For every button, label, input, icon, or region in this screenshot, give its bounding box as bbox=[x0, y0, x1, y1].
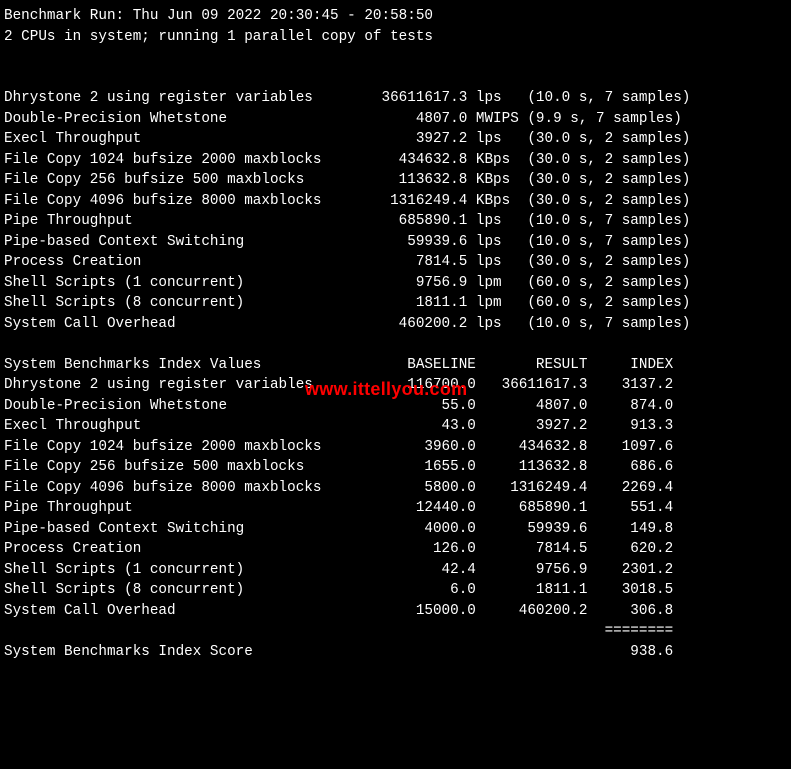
blank-line bbox=[4, 68, 787, 89]
blank-line bbox=[4, 662, 787, 683]
raw-test-row: Shell Scripts (1 concurrent) 9756.9 lpm … bbox=[4, 273, 787, 294]
raw-test-row: Pipe Throughput 685890.1 lps (10.0 s, 7 … bbox=[4, 211, 787, 232]
index-row: System Call Overhead 15000.0 460200.2 30… bbox=[4, 601, 787, 622]
index-row: Pipe Throughput 12440.0 685890.1 551.4 bbox=[4, 498, 787, 519]
raw-test-row: File Copy 4096 bufsize 8000 maxblocks 13… bbox=[4, 191, 787, 212]
index-row: Shell Scripts (1 concurrent) 42.4 9756.9… bbox=[4, 560, 787, 581]
raw-test-row: Shell Scripts (8 concurrent) 1811.1 lpm … bbox=[4, 293, 787, 314]
raw-test-row: File Copy 256 bufsize 500 maxblocks 1136… bbox=[4, 170, 787, 191]
raw-test-row: File Copy 1024 bufsize 2000 maxblocks 43… bbox=[4, 150, 787, 171]
terminal-output: Benchmark Run: Thu Jun 09 2022 20:30:45 … bbox=[0, 0, 791, 689]
index-row: Pipe-based Context Switching 4000.0 5993… bbox=[4, 519, 787, 540]
index-separator: ======== bbox=[4, 621, 787, 642]
index-header-row: System Benchmarks Index Values BASELINE … bbox=[4, 355, 787, 376]
index-row: Dhrystone 2 using register variables 116… bbox=[4, 375, 787, 396]
cpu-info-line: 2 CPUs in system; running 1 parallel cop… bbox=[4, 27, 787, 48]
raw-test-row: Pipe-based Context Switching 59939.6 lps… bbox=[4, 232, 787, 253]
raw-test-row: Dhrystone 2 using register variables 366… bbox=[4, 88, 787, 109]
index-row: Shell Scripts (8 concurrent) 6.0 1811.1 … bbox=[4, 580, 787, 601]
raw-test-row: Execl Throughput 3927.2 lps (30.0 s, 2 s… bbox=[4, 129, 787, 150]
index-row: Double-Precision Whetstone 55.0 4807.0 8… bbox=[4, 396, 787, 417]
blank-line bbox=[4, 334, 787, 355]
raw-test-row: System Call Overhead 460200.2 lps (10.0 … bbox=[4, 314, 787, 335]
benchmark-run-line: Benchmark Run: Thu Jun 09 2022 20:30:45 … bbox=[4, 6, 787, 27]
index-row: File Copy 256 bufsize 500 maxblocks 1655… bbox=[4, 457, 787, 478]
raw-test-row: Double-Precision Whetstone 4807.0 MWIPS … bbox=[4, 109, 787, 130]
index-row: Execl Throughput 43.0 3927.2 913.3 bbox=[4, 416, 787, 437]
raw-test-row: Process Creation 7814.5 lps (30.0 s, 2 s… bbox=[4, 252, 787, 273]
index-row: File Copy 4096 bufsize 8000 maxblocks 58… bbox=[4, 478, 787, 499]
index-row: File Copy 1024 bufsize 2000 maxblocks 39… bbox=[4, 437, 787, 458]
blank-line bbox=[4, 47, 787, 68]
index-score-line: System Benchmarks Index Score 938.6 bbox=[4, 642, 787, 663]
index-row: Process Creation 126.0 7814.5 620.2 bbox=[4, 539, 787, 560]
